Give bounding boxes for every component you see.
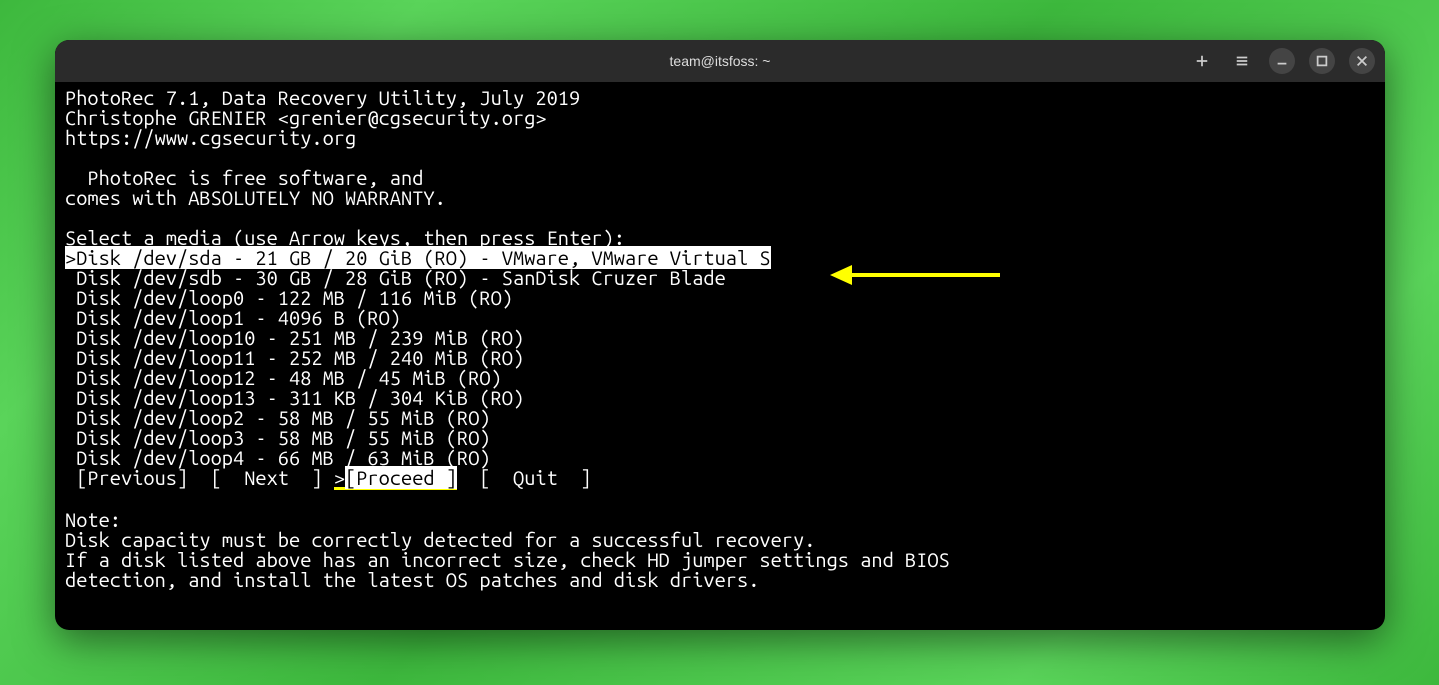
annotation-arrow [830, 265, 1000, 285]
menu-previous[interactable]: [Previous] [65, 466, 211, 489]
window-controls [1189, 40, 1375, 82]
window-title: team@itsfoss: ~ [670, 53, 771, 69]
intro-line-2: comes with ABSOLUTELY NO WARRANTY. [65, 186, 446, 209]
maximize-button[interactable] [1309, 48, 1335, 74]
close-button[interactable] [1349, 48, 1375, 74]
terminal-output[interactable]: PhotoRec 7.1, Data Recovery Utility, Jul… [55, 82, 1385, 600]
menu-icon[interactable] [1229, 48, 1255, 74]
minimize-button[interactable] [1269, 48, 1295, 74]
arrow-head-icon [830, 265, 852, 285]
menu-quit[interactable]: [ Quit ] [457, 466, 591, 489]
proceed-marker: > [334, 466, 345, 489]
note-line-3: detection, and install the latest OS pat… [65, 568, 759, 591]
new-tab-icon[interactable] [1189, 48, 1215, 74]
menu-next[interactable]: [ Next ] [211, 466, 334, 489]
terminal-window: team@itsfoss: ~ PhotoRec 7.1, Data Recov… [55, 40, 1385, 630]
arrow-line [850, 273, 1000, 277]
menu-proceed[interactable]: [Proceed ] [345, 466, 457, 489]
header-line-3: https://www.cgsecurity.org [65, 126, 356, 149]
titlebar[interactable]: team@itsfoss: ~ [55, 40, 1385, 82]
